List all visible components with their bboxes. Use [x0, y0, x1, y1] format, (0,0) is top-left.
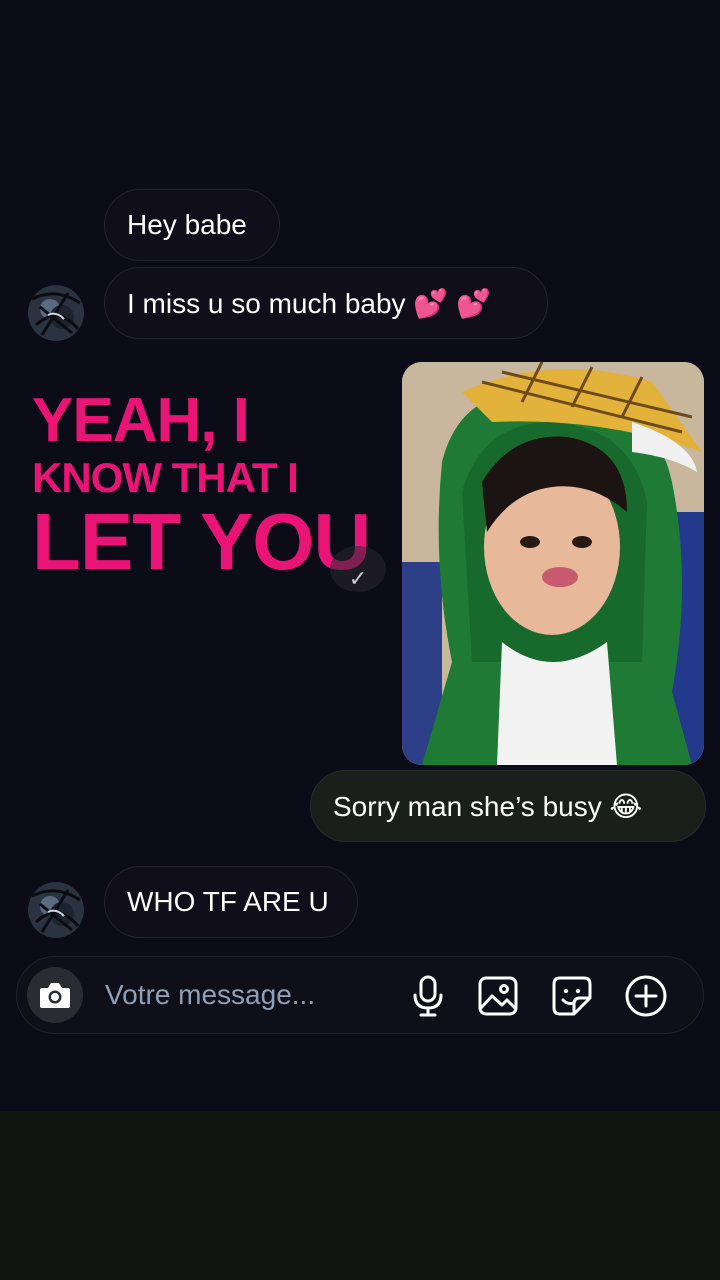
message-bubble-incoming[interactable]: I miss u so much baby 💕 💕: [104, 267, 548, 339]
sticker-icon: [552, 976, 592, 1016]
photo-message[interactable]: [402, 362, 704, 765]
camera-button[interactable]: [27, 967, 83, 1023]
message-bubble-incoming[interactable]: Hey babe: [104, 189, 280, 261]
message-bubble-incoming[interactable]: WHO TF ARE U: [104, 866, 358, 938]
sticker-text-line-3: LET YOU: [32, 497, 371, 586]
message-text: Sorry man she’s busy 😂: [333, 790, 643, 822]
bottom-panel: [0, 1111, 720, 1280]
message-bubble-outgoing[interactable]: Sorry man she’s busy 😂: [310, 770, 706, 842]
image-icon: [478, 976, 518, 1016]
message-composer: Votre message...: [16, 956, 704, 1034]
message-text: Hey babe: [127, 209, 247, 240]
message-input[interactable]: Votre message...: [105, 979, 315, 1011]
sticker-button[interactable]: [549, 973, 595, 1019]
sticker-text-line-2: KNOW THAT I: [32, 454, 299, 501]
gallery-button[interactable]: [475, 973, 521, 1019]
avatar[interactable]: [28, 285, 84, 341]
message-text: I miss u so much baby 💕 💕: [127, 287, 491, 319]
avatar-image: [28, 882, 84, 938]
avatar[interactable]: [28, 882, 84, 938]
message-text: WHO TF ARE U: [127, 886, 329, 917]
microphone-icon: [413, 975, 443, 1017]
more-button[interactable]: [623, 973, 669, 1019]
sticker-text-line-1: YEAH, I: [32, 386, 250, 455]
camera-icon: [40, 983, 70, 1008]
plus-icon: [625, 975, 667, 1017]
photo-image: [402, 362, 704, 765]
seen-check-icon: ✓: [330, 546, 386, 592]
avatar-image: [28, 285, 84, 341]
microphone-button[interactable]: [405, 973, 451, 1019]
